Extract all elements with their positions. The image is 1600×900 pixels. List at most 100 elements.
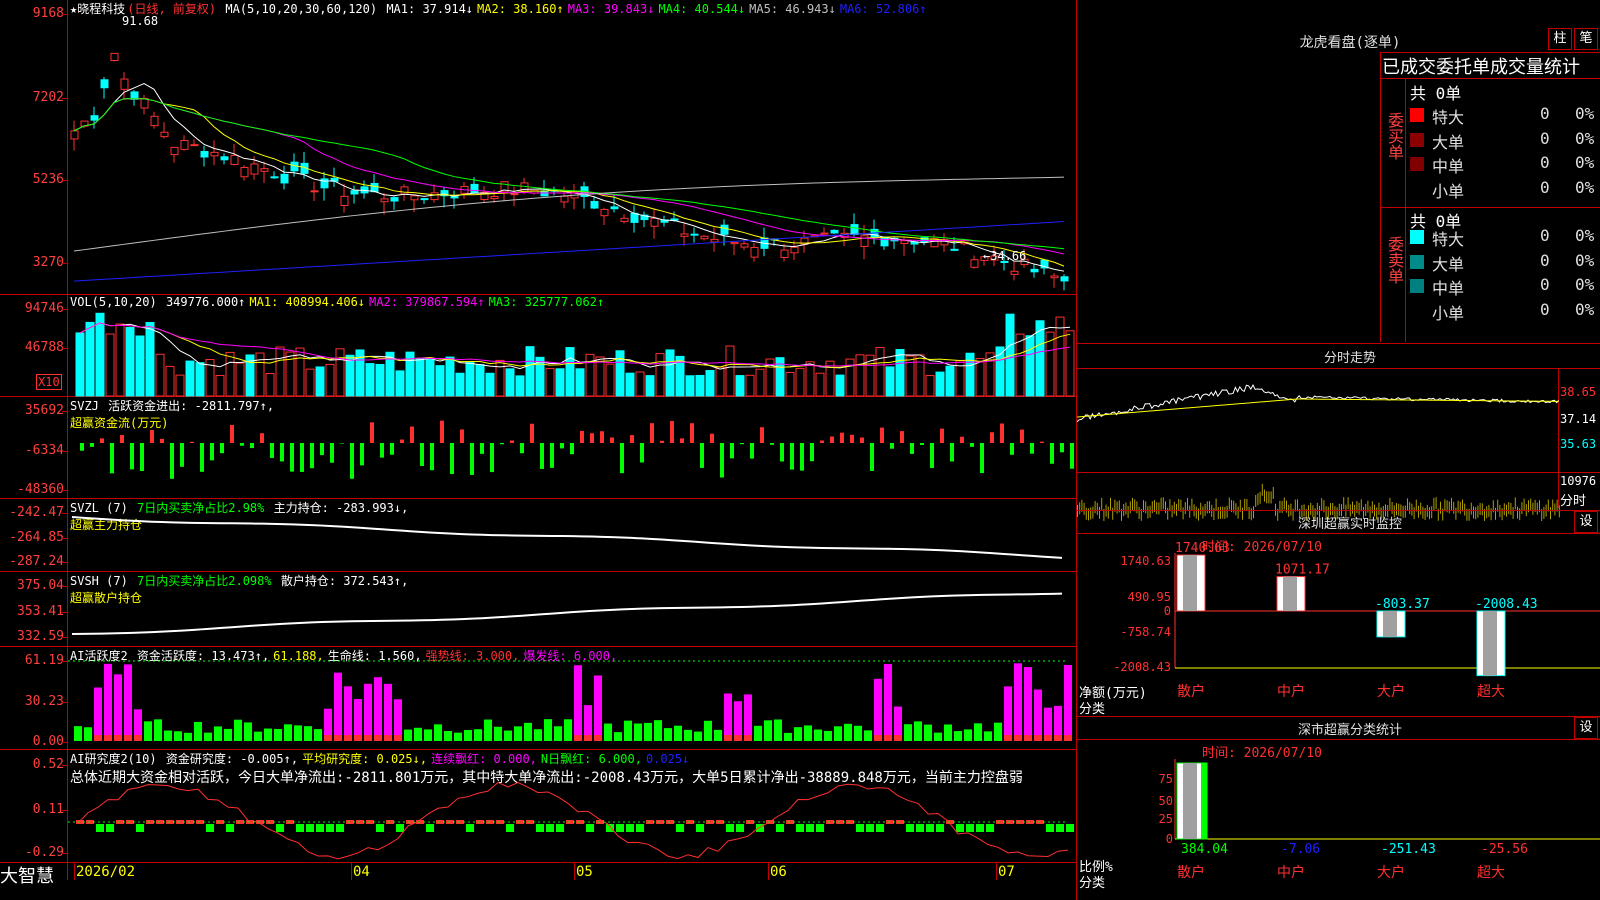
intraday-vol-bar	[1147, 506, 1149, 519]
activity-bar	[864, 730, 872, 741]
date-tick	[996, 862, 997, 880]
activity-bar	[624, 720, 632, 741]
candle-body	[280, 173, 289, 184]
flow-bar	[440, 420, 444, 443]
activity-bar	[314, 729, 322, 741]
activity-base	[594, 735, 602, 741]
monitor-settings-button[interactable]: 设	[1574, 511, 1598, 533]
order-type: 特大	[1432, 230, 1465, 249]
intraday-vol-bar	[1101, 497, 1103, 510]
candle-body	[560, 195, 569, 203]
ai-activity-chart[interactable]	[68, 647, 1076, 749]
volume-bar	[875, 347, 885, 397]
research-bar	[606, 824, 614, 832]
candle-body	[710, 238, 719, 243]
tick-view-button[interactable]: 笔	[1574, 28, 1598, 50]
intraday-vol-bar	[1237, 506, 1239, 519]
flow-bar	[600, 431, 604, 443]
intraday-right-axis	[1558, 368, 1559, 508]
intraday-avg-line	[1076, 398, 1559, 418]
flow-bar	[740, 443, 744, 445]
intraday-vol-bar	[1149, 505, 1151, 518]
candle-body	[490, 196, 499, 200]
activity-bar	[594, 675, 602, 741]
activity-bar	[444, 731, 452, 741]
activity-bar	[504, 730, 512, 741]
activity-bar	[714, 729, 722, 741]
flow-bar	[100, 438, 104, 443]
volume-chart[interactable]	[68, 295, 1076, 397]
activity-base	[1014, 735, 1022, 741]
kline-chart[interactable]: 91.68 ←34.66	[68, 0, 1076, 294]
research-bar	[276, 824, 284, 832]
intraday-vol-bar	[1127, 506, 1129, 519]
volume-bar	[835, 374, 845, 397]
volume-bar	[335, 348, 345, 397]
y-tick-label: -0.29	[24, 845, 64, 860]
candle-body	[180, 140, 189, 150]
intraday-vol-bar	[1171, 505, 1173, 518]
flow-bar	[310, 443, 314, 469]
intraday-vol-bar	[1530, 498, 1532, 511]
research-bar	[1046, 824, 1054, 832]
research-bar	[1056, 824, 1064, 832]
order-row: 小单 0 0%	[1410, 178, 1600, 201]
activity-bar	[544, 719, 552, 741]
monitor-bar-label: -803.37	[1375, 597, 1430, 612]
column-view-button[interactable]: 柱	[1548, 28, 1572, 50]
retail-holdings-line	[71, 592, 1063, 635]
intraday-vol-bar	[1092, 506, 1094, 519]
activity-bar	[1014, 663, 1022, 741]
high-price-label: 91.68	[122, 14, 158, 28]
volume-bar	[305, 368, 315, 397]
candle-body	[830, 229, 839, 234]
candle-body	[610, 206, 619, 210]
activity-bar	[394, 699, 402, 741]
volume-bar	[1055, 316, 1065, 397]
activity-bar	[934, 732, 942, 741]
activity-base	[874, 735, 882, 741]
y-tick-label: 5236	[32, 172, 64, 187]
research-bar	[466, 824, 474, 832]
stat-bar-chart[interactable]: 75 50 25 0 384.04 散户 -7.06 中户 -251.43 大户 -25.56 超大	[1077, 739, 1600, 900]
date-label: 07	[998, 864, 1015, 880]
monitor-bar-chart[interactable]: 1740.63 490.950 -758.74 -2008.43 1740.63 散户 10…	[1077, 533, 1600, 713]
activity-bar	[954, 731, 962, 741]
flow-bar	[890, 443, 894, 449]
flow-bar	[250, 443, 254, 449]
intraday-vol-bar	[1389, 497, 1391, 510]
ai-research-chart[interactable]	[68, 750, 1076, 862]
research-bar	[676, 824, 684, 832]
intraday-chart[interactable]	[1076, 369, 1560, 521]
intraday-price-line	[1076, 384, 1560, 423]
monitor-y-tick: 1740.63	[1120, 554, 1171, 568]
flow-bar	[760, 427, 764, 443]
candle-body	[1060, 276, 1069, 282]
svzl-chart[interactable]	[68, 499, 1076, 571]
flow-bar	[1030, 443, 1034, 454]
order-row: 特大 0 0%	[1410, 104, 1600, 127]
flow-bar	[110, 443, 114, 474]
flow-bar	[470, 443, 474, 475]
volume-bar	[515, 375, 525, 397]
stat-settings-button[interactable]: 设	[1574, 717, 1598, 739]
candle-body	[1010, 270, 1019, 275]
stat-bar-label: -251.43	[1381, 842, 1436, 857]
svzj-chart[interactable]	[68, 397, 1076, 498]
intraday-vol-bar	[1343, 497, 1345, 510]
flow-bar	[820, 440, 824, 443]
candle-body	[110, 52, 119, 61]
svsh-chart[interactable]	[68, 572, 1076, 646]
buy-total: 共 0单	[1410, 84, 1462, 103]
order-count: 0	[1540, 275, 1550, 294]
intraday-vol-bar	[1486, 506, 1488, 519]
stat-category: 中户	[1277, 864, 1305, 881]
volume-bar	[785, 371, 795, 397]
volume-bar	[375, 363, 385, 397]
candle-body	[250, 163, 259, 175]
intraday-vol-bar	[1125, 502, 1127, 515]
candle-body	[380, 198, 389, 203]
research-bar	[316, 824, 324, 832]
research-bar	[916, 824, 924, 832]
flow-bar	[230, 424, 234, 443]
